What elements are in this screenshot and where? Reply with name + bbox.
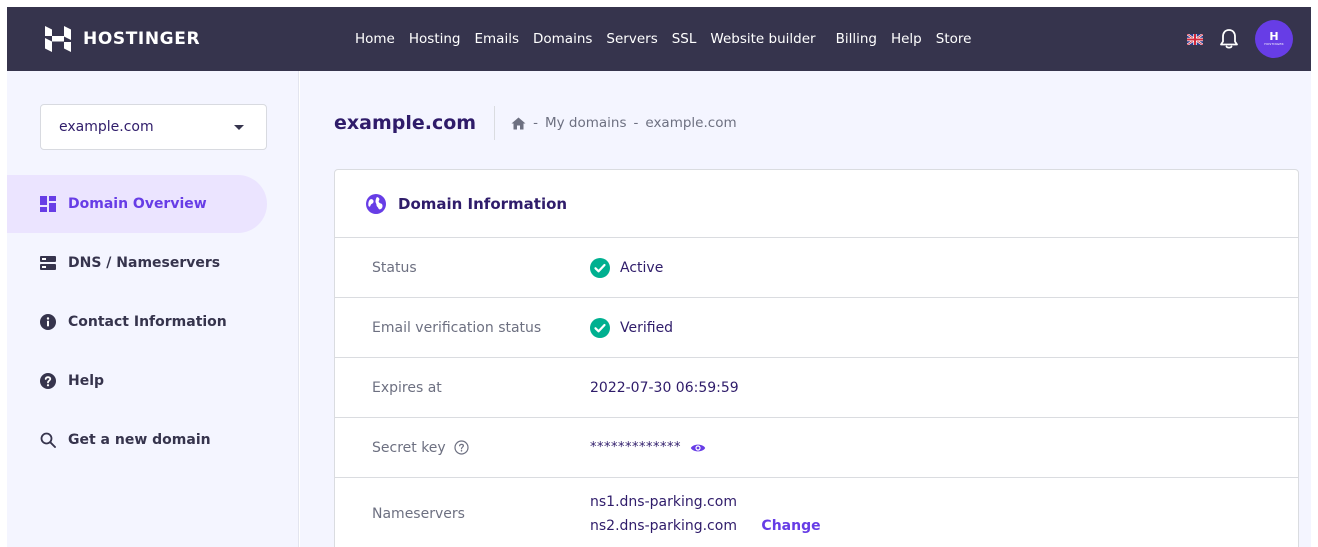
- search-icon: [40, 432, 56, 448]
- email-verification-value: Verified: [590, 317, 674, 338]
- hostinger-logo-icon: [45, 26, 71, 52]
- nav-store[interactable]: Store: [936, 31, 972, 47]
- nav-home[interactable]: Home: [355, 31, 395, 47]
- chevron-down-icon: [234, 124, 244, 130]
- email-verification-text: Verified: [620, 319, 674, 336]
- sidebar-item-label: DNS / Nameservers: [68, 255, 221, 271]
- nav-billing[interactable]: Billing: [836, 31, 877, 47]
- status-text: Active: [620, 259, 664, 276]
- domain-information-card: Domain Information Status Active Email v…: [334, 169, 1299, 547]
- notifications-bell-icon[interactable]: [1219, 28, 1239, 50]
- nameservers-row: Nameservers ns1.dns-parking.com ns2.dns-…: [335, 478, 1298, 547]
- email-verification-row: Email verification status Verified: [335, 298, 1298, 358]
- sidebar-item-label: Help: [68, 373, 105, 389]
- nav-help[interactable]: Help: [891, 31, 922, 47]
- question-circle-icon[interactable]: [454, 440, 469, 455]
- card-header: Domain Information: [335, 170, 1298, 238]
- avatar-letter: H: [1269, 30, 1279, 43]
- sidebar-item-label: Get a new domain: [68, 432, 211, 448]
- nav-servers[interactable]: Servers: [606, 31, 657, 47]
- status-value: Active: [590, 257, 664, 278]
- account-avatar[interactable]: H HOSTINGER: [1255, 20, 1293, 58]
- secret-key-row: Secret key *************: [335, 418, 1298, 478]
- info-icon: [40, 314, 56, 330]
- nameserver-2-line: ns2.dns-parking.com Change: [590, 514, 821, 538]
- avatar-text: HOSTINGER: [1264, 42, 1284, 46]
- nameservers-list: ns1.dns-parking.com ns2.dns-parking.com …: [590, 490, 821, 538]
- hostinger-logo[interactable]: HOSTINGER: [45, 26, 315, 52]
- top-right-controls: H HOSTINGER: [1187, 7, 1293, 71]
- nav-hosting[interactable]: Hosting: [409, 31, 461, 47]
- nav-domains[interactable]: Domains: [533, 31, 592, 47]
- help-circle-icon: [40, 373, 56, 389]
- dashboard-icon: [40, 196, 56, 212]
- brand-name: HOSTINGER: [83, 29, 201, 49]
- check-circle-icon: [590, 317, 610, 338]
- sidebar-item-dns-nameservers[interactable]: DNS / Nameservers: [7, 234, 267, 292]
- breadcrumb-current-domain: example.com: [645, 115, 737, 131]
- nameservers-label: Nameservers: [372, 506, 465, 522]
- status-row: Status Active: [335, 238, 1298, 298]
- secret-key-label-group: Secret key: [372, 440, 469, 456]
- secret-key-value: *************: [590, 440, 706, 455]
- expires-label: Expires at: [372, 379, 442, 396]
- uk-flag-icon[interactable]: [1187, 33, 1203, 45]
- server-icon: [40, 256, 56, 270]
- card-title: Domain Information: [398, 194, 568, 213]
- globe-icon: [366, 193, 386, 214]
- secret-key-masked: *************: [590, 440, 681, 455]
- sidebar-item-domain-overview[interactable]: Domain Overview: [7, 175, 267, 233]
- top-navbar: HOSTINGER Home Hosting Emails Domains Se…: [7, 7, 1311, 71]
- nameserver-1: ns1.dns-parking.com: [590, 494, 737, 510]
- sidebar-item-help[interactable]: Help: [7, 352, 267, 410]
- domain-select[interactable]: example.com: [40, 104, 267, 150]
- nav-website-builder[interactable]: Website builder: [710, 31, 815, 47]
- sidebar-item-label: Contact Information: [68, 314, 227, 330]
- domain-select-value: example.com: [59, 119, 154, 135]
- nameserver-2: ns2.dns-parking.com: [590, 518, 737, 534]
- breadcrumb-my-domains[interactable]: My domains: [545, 115, 627, 131]
- check-circle-icon: [590, 257, 610, 278]
- main-menu: Home Hosting Emails Domains Servers SSL …: [355, 31, 985, 47]
- sidebar: example.com Domain Overview DNS / Namese…: [7, 71, 299, 547]
- page-header: example.com - My domains - example.com: [334, 101, 737, 145]
- sidebar-item-label: Domain Overview: [68, 196, 207, 212]
- status-label: Status: [372, 259, 417, 276]
- sidebar-item-contact-information[interactable]: Contact Information: [7, 293, 267, 351]
- header-divider: [494, 106, 496, 140]
- page-title: example.com: [334, 112, 477, 134]
- home-icon[interactable]: [511, 117, 526, 130]
- change-nameservers-link[interactable]: Change: [761, 518, 820, 534]
- breadcrumb-separator: -: [633, 115, 639, 131]
- email-verification-label: Email verification status: [372, 319, 542, 336]
- sidebar-item-get-new-domain[interactable]: Get a new domain: [7, 411, 267, 469]
- eye-icon[interactable]: [690, 442, 706, 454]
- expires-row: Expires at 2022-07-30 06:59:59: [335, 358, 1298, 418]
- secret-key-label: Secret key: [372, 439, 446, 456]
- expires-value: 2022-07-30 06:59:59: [590, 379, 739, 396]
- breadcrumb: - My domains - example.com: [511, 115, 737, 131]
- main-content: example.com - My domains - example.com D…: [300, 71, 1311, 547]
- nav-emails[interactable]: Emails: [475, 31, 520, 47]
- breadcrumb-separator: -: [533, 115, 538, 131]
- nav-ssl[interactable]: SSL: [672, 31, 697, 47]
